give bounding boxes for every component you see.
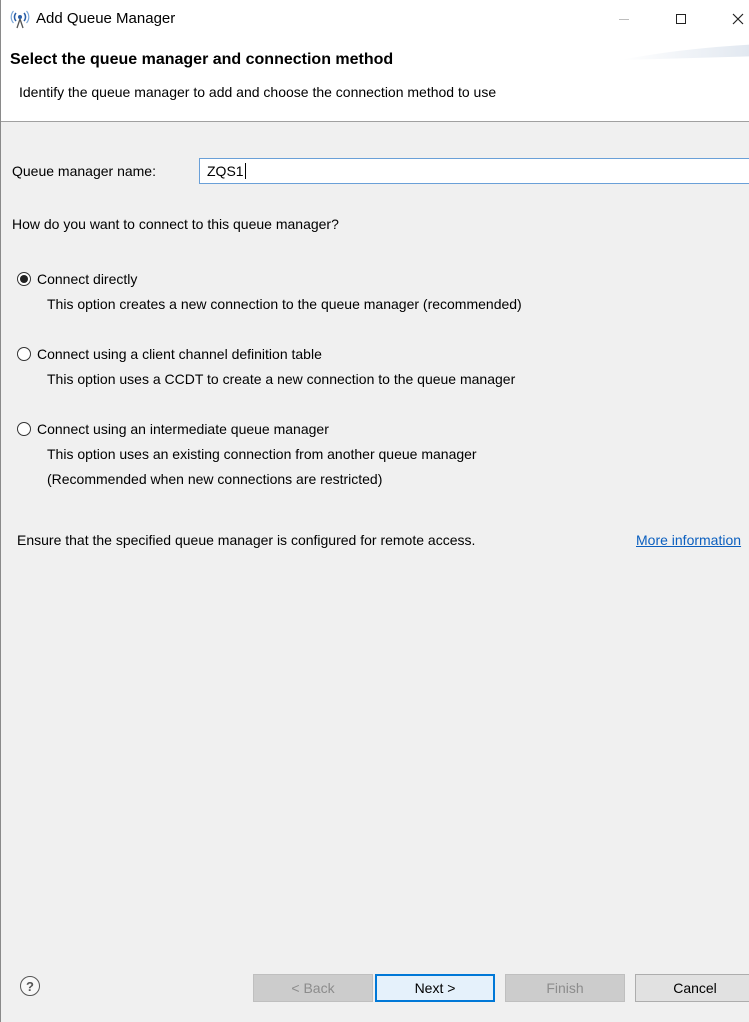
window-title: Add Queue Manager — [36, 10, 176, 27]
option-description: This option uses a CCDT to create a new … — [47, 371, 516, 387]
option-label: Connect using a client channel definitio… — [37, 346, 322, 362]
remote-access-note: Ensure that the specified queue manager … — [17, 532, 476, 548]
qm-name-label: Queue manager name: — [12, 163, 156, 179]
option-label: Connect directly — [37, 271, 138, 287]
radio-connect-directly[interactable] — [17, 272, 31, 286]
option-connect-directly[interactable]: Connect directly — [17, 271, 137, 287]
cancel-button[interactable]: Cancel — [635, 974, 749, 1002]
radio-connect-ccdt[interactable] — [17, 347, 31, 361]
finish-button[interactable]: Finish — [505, 974, 625, 1002]
option-description: This option uses an existing connection … — [47, 446, 477, 462]
option-description: This option creates a new connection to … — [47, 296, 522, 312]
qm-name-value: ZQS1 — [207, 163, 244, 179]
close-icon — [732, 13, 744, 25]
radio-selected-dot — [20, 275, 28, 283]
page-description: Identify the queue manager to add and ch… — [19, 84, 497, 100]
option-connect-intermediate[interactable]: Connect using an intermediate queue mana… — [17, 421, 329, 437]
minimize-icon — [619, 18, 629, 20]
add-queue-manager-dialog: Add Queue Manager Select the queue manag… — [0, 0, 749, 1022]
qm-name-input[interactable]: ZQS1 — [199, 158, 749, 184]
option-connect-ccdt[interactable]: Connect using a client channel definitio… — [17, 346, 322, 362]
next-button[interactable]: Next > — [375, 974, 495, 1002]
text-caret — [244, 163, 246, 179]
wizard-header: Select the queue manager and connection … — [1, 38, 749, 122]
radio-connect-intermediate[interactable] — [17, 422, 31, 436]
back-button[interactable]: < Back — [253, 974, 373, 1002]
close-button[interactable] — [715, 0, 749, 38]
title-bar: Add Queue Manager — [1, 0, 749, 38]
more-information-link[interactable]: More information — [636, 532, 741, 548]
maximize-icon — [676, 14, 686, 24]
connect-question: How do you want to connect to this queue… — [12, 216, 339, 232]
maximize-button[interactable] — [658, 0, 704, 38]
minimize-button[interactable] — [601, 0, 647, 38]
banner-decoration — [621, 44, 749, 60]
option-label: Connect using an intermediate queue mana… — [37, 421, 329, 437]
help-button[interactable]: ? — [20, 976, 40, 996]
option-description-note: (Recommended when new connections are re… — [47, 471, 383, 487]
page-title: Select the queue manager and connection … — [10, 51, 394, 68]
help-icon: ? — [26, 978, 34, 994]
antenna-icon — [10, 10, 30, 29]
